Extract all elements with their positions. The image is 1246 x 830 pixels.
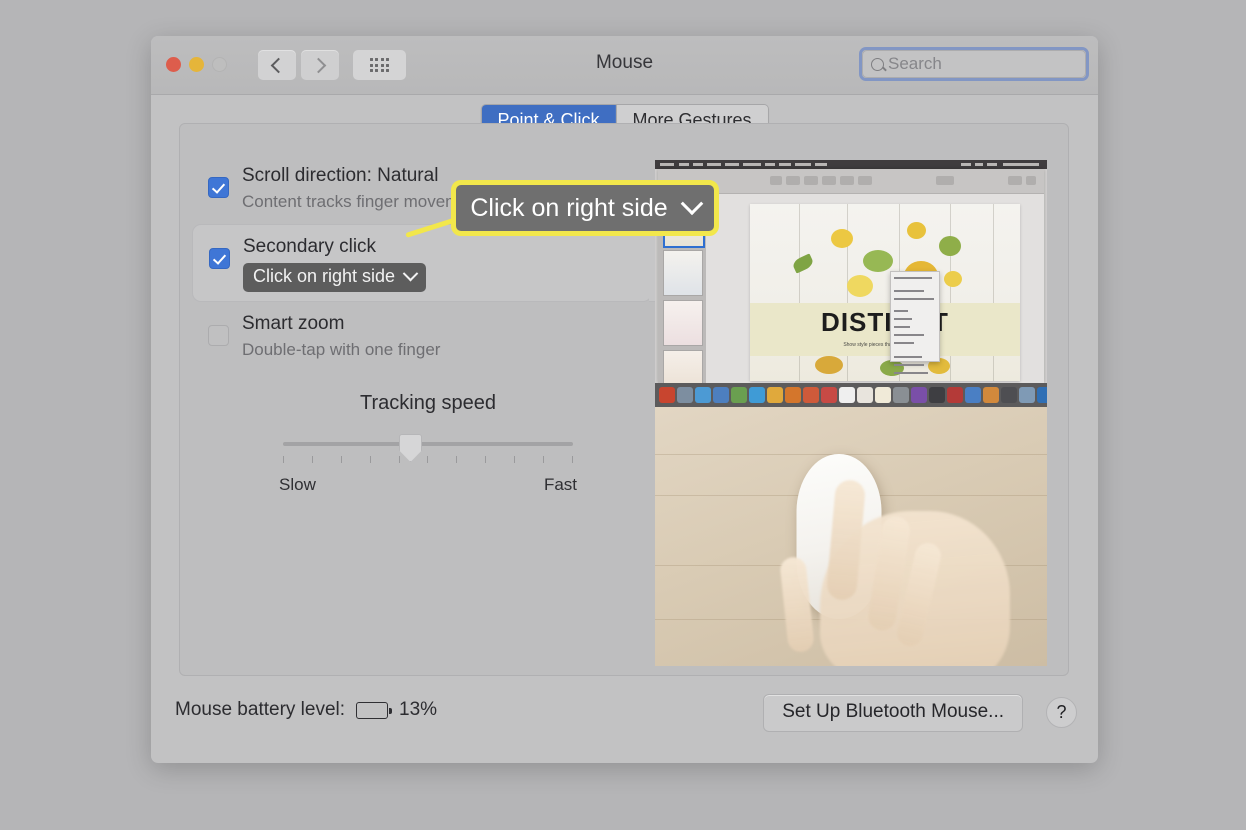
window-titlebar: Mouse Search <box>151 36 1098 95</box>
fruit-lemon-slice <box>847 274 874 297</box>
preview-canvas: DISTINCT Show style pieces that fit your… <box>706 194 1044 383</box>
preview-slide-thumb <box>663 250 703 296</box>
fruit-lemon <box>831 228 853 248</box>
fruit-lemon <box>944 271 963 288</box>
fruit-lime <box>939 235 961 256</box>
option-subtitle: Content tracks finger movement <box>242 192 483 212</box>
option-title: Secondary click <box>243 235 377 257</box>
option-text-smart-zoom: Smart zoom Double-tap with one finger <box>242 311 440 363</box>
preview-slide: DISTINCT Show style pieces that fit your… <box>750 204 1020 381</box>
search-input[interactable]: Search <box>862 50 1086 78</box>
fruit-lemon <box>906 221 926 239</box>
fruit-leaf <box>791 253 815 274</box>
slider-min-label: Slow <box>279 475 316 494</box>
slider-ticks <box>283 456 573 463</box>
set-up-bluetooth-mouse-button[interactable]: Set Up Bluetooth Mouse... <box>763 694 1023 732</box>
fruit-orange <box>814 356 843 375</box>
search-field[interactable]: Search <box>859 47 1089 81</box>
window-bottom-bar: Mouse battery level: 13% Set Up Bluetoot… <box>151 677 1098 763</box>
option-title: Smart zoom <box>242 313 345 335</box>
battery-label: Mouse battery level: <box>175 699 346 720</box>
option-title: Scroll direction: Natural <box>242 165 439 186</box>
tracking-speed-label: Tracking speed <box>360 392 496 414</box>
secondary-click-popup-button[interactable]: Click on right side <box>243 263 427 293</box>
option-text-secondary-click: Secondary click Click on right side <box>243 234 427 293</box>
chevron-down-icon <box>680 192 703 216</box>
slider-track <box>283 442 573 446</box>
battery-icon <box>356 701 393 719</box>
chevron-down-icon <box>402 265 419 282</box>
context-menu <box>890 271 941 375</box>
slider-end-labels: Slow Fast <box>278 475 578 495</box>
option-text-scroll-direction: Scroll direction: Natural Content tracks… <box>242 163 483 215</box>
system-preferences-window: Mouse Search Point & Click More Gestures… <box>151 36 1098 763</box>
search-icon <box>871 57 884 71</box>
checkbox-scroll-direction[interactable] <box>208 177 229 198</box>
search-placeholder: Search <box>888 54 942 73</box>
battery-status: Mouse battery level: 13% <box>175 699 437 721</box>
preview-slide-thumb <box>663 300 703 346</box>
callout-text: Click on right side <box>470 193 668 222</box>
callout-tooltip: Click on right side <box>451 180 719 236</box>
battery-percent: 13% <box>399 699 438 720</box>
help-button[interactable]: ? <box>1046 697 1077 728</box>
magic-mouse-hand-photo <box>655 407 1047 666</box>
tracking-speed-slider[interactable] <box>278 434 578 468</box>
option-subtitle: Double-tap with one finger <box>242 340 441 360</box>
gesture-preview-media: DISTINCT Show style pieces that fit your… <box>655 160 1047 666</box>
preview-menubar <box>655 160 1047 169</box>
option-row-smart-zoom[interactable]: Smart zoom Double-tap with one finger <box>192 302 652 372</box>
slider-max-label: Fast <box>543 475 577 494</box>
fruit-lime <box>863 250 894 273</box>
checkbox-smart-zoom[interactable] <box>208 325 229 347</box>
popup-value: Click on right side <box>253 266 396 287</box>
preview-dock <box>655 383 1047 407</box>
slide-subtitle: Show style pieces that fit your kitchen <box>843 342 927 349</box>
checkbox-secondary-click[interactable] <box>209 247 230 269</box>
slide-title: DISTINCT <box>821 306 949 337</box>
tracking-speed-section: Tracking speed Slow Fast <box>278 392 578 495</box>
